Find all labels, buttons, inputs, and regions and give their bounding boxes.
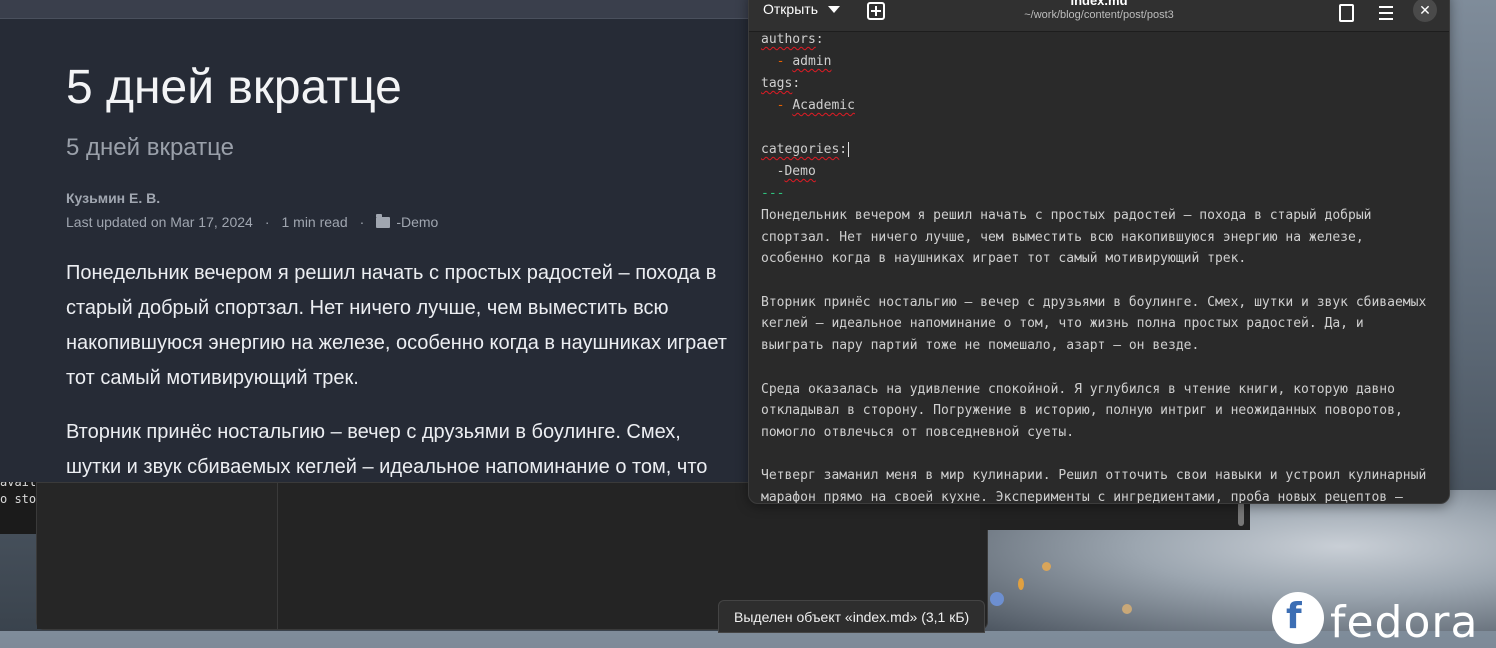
scrollbar-thumb[interactable]: [1238, 502, 1244, 526]
editor-line: ---: [761, 186, 785, 201]
editor-line: марафон прямо на своей кухне. Эксперимен…: [761, 489, 1403, 504]
editor-text-area[interactable]: authors: - admin tags: - Academic catego…: [761, 29, 1447, 504]
paragraph-line: тот самый мотивирующий трек.: [66, 367, 359, 389]
editor-line: - admin: [776, 54, 832, 69]
editor-line: выиграть пару партий тоже не помешало, а…: [761, 338, 1200, 354]
selection-status: Выделен объект «index.md» (3,1 кБ): [718, 600, 986, 633]
hamburger-menu-icon[interactable]: [1379, 6, 1393, 20]
fedora-wordmark: fedora: [1330, 596, 1479, 648]
folder-icon: [376, 213, 391, 228]
meta-separator: ·: [359, 214, 365, 230]
fedora-logo: f fedora: [1272, 592, 1478, 648]
editor-line: Среда оказалась на удивление спокойной. …: [761, 381, 1395, 397]
post-title: 5 дней вкратце: [66, 61, 402, 114]
post-author[interactable]: Кузьмин Е. В.: [66, 190, 160, 206]
text-cursor: [848, 142, 850, 157]
save-icon[interactable]: [1339, 4, 1354, 22]
wallpaper-light: [1042, 562, 1051, 571]
paragraph-line: старый добрый спортзал. Нет ничего лучше…: [66, 297, 669, 319]
wallpaper-light: [1122, 604, 1132, 614]
paragraph-line: Вторник принёс ностальгию – вечер с друз…: [66, 421, 681, 443]
editor-line: -Demo: [761, 164, 816, 179]
editor-line: Четверг заманил меня в мир кулинарии. Ре…: [761, 468, 1427, 484]
editor-line: кеглей – идеальное напоминание о том, чт…: [761, 316, 1364, 332]
browser-window[interactable]: 5 дней вкратце 5 дней вкратце Кузьмин Е.…: [0, 0, 760, 482]
editor-line: Вторник принёс ностальгию – вечер с друз…: [761, 294, 1427, 310]
post-meta: Last updated on Mar 17, 2024 · 1 min rea…: [66, 213, 438, 230]
wallpaper-light: [1018, 578, 1024, 590]
paragraph-line: Понедельник вечером я решил начать с про…: [66, 262, 717, 284]
fedora-icon: f: [1272, 592, 1324, 644]
editor-line: tags:: [761, 76, 801, 91]
read-time: 1 min read: [281, 214, 348, 230]
post-paragraph: Понедельник вечером я решил начать с про…: [66, 256, 760, 396]
editor-line: особенно когда в наушниках играет тот са…: [761, 251, 1247, 267]
editor-line: - Academic: [776, 98, 855, 113]
editor-line: откладывал в сторону. Погружение в истор…: [761, 403, 1403, 419]
meta-separator: ·: [264, 214, 270, 230]
editor-headerbar: Открыть index.md ~/work/blog/content/pos…: [749, 0, 1449, 32]
text-editor-window[interactable]: Открыть index.md ~/work/blog/content/pos…: [748, 0, 1450, 504]
browser-toolbar: [0, 0, 760, 19]
paragraph-line: накопившуюся энергию на железе, особенно…: [66, 332, 727, 354]
editor-line: помогло отвлечься от повседневной суеты.: [761, 424, 1075, 440]
post-paragraph: Вторник принёс ностальгию – вечер с друз…: [66, 415, 760, 482]
file-manager-sidebar[interactable]: [37, 483, 278, 629]
editor-line: спортзал. Нет ничего лучше, чем выместит…: [761, 229, 1364, 245]
last-updated: Last updated on Mar 17, 2024: [66, 214, 253, 230]
editor-line: Понедельник вечером я решил начать с про…: [761, 208, 1372, 223]
editor-line: authors:: [761, 32, 824, 47]
editor-line: categories:: [761, 142, 850, 157]
paragraph-line: шутки и звук сбиваемых кеглей – идеально…: [66, 456, 708, 478]
post-subtitle: 5 дней вкратце: [66, 134, 234, 161]
wallpaper-light: [990, 592, 1004, 606]
category-link[interactable]: -Demo: [396, 214, 438, 230]
selection-status-text: Выделен объект «index.md» (3,1 кБ): [734, 608, 970, 625]
